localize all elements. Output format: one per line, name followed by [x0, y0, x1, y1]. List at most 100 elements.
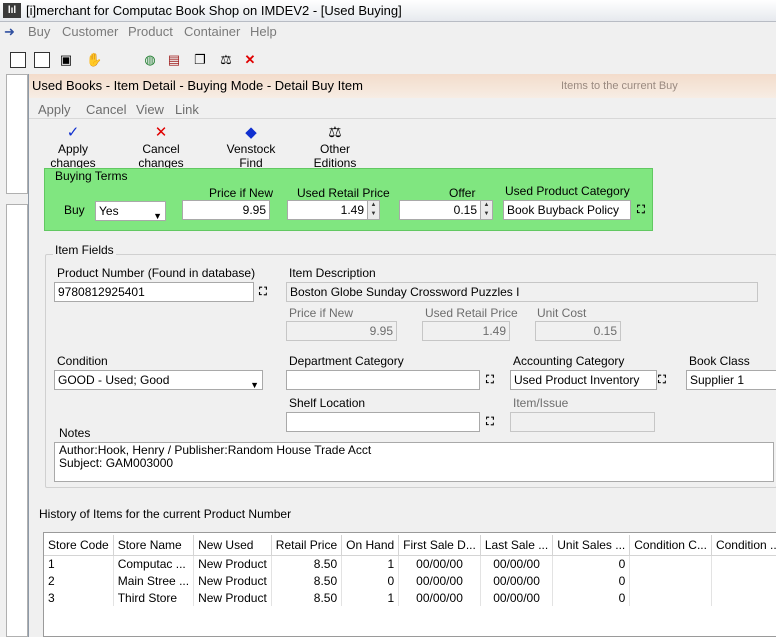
col-on-hand[interactable]: On Hand	[341, 535, 400, 556]
menu-container[interactable]: Container	[184, 24, 240, 39]
scale-icon: ⚖	[328, 124, 342, 141]
shelf-location-label: Shelf Location	[289, 396, 366, 410]
app-title-bar: lıl [i]merchant for Computac Book Shop o…	[0, 0, 776, 22]
history-label: History of Items for the current Product…	[39, 507, 292, 521]
app-toolbar: ▣ ✋ ◍ ▤ ❐ ⚖ ✕	[0, 48, 776, 72]
buy-used-retail-input[interactable]: 1.49	[287, 200, 368, 220]
print-icon[interactable]: ▣	[58, 52, 74, 68]
item-detail-title: Used Books - Item Detail - Buying Mode -…	[32, 78, 363, 93]
col-first-sale[interactable]: First Sale D...	[398, 535, 481, 556]
hand-icon[interactable]: ✋	[86, 52, 102, 68]
venstock-find-button[interactable]: ◆ Venstock Find	[215, 124, 287, 170]
table-row[interactable]: 3 Third Store New Product 8.50 1 00/00/0…	[44, 589, 776, 606]
item-issue-field	[510, 412, 655, 432]
table-row[interactable]: 2 Main Stree ... New Product 8.50 0 00/0…	[44, 572, 776, 589]
menu-help[interactable]: Help	[250, 24, 277, 39]
department-find-icon[interactable]: ⛶	[481, 371, 499, 389]
scale-icon[interactable]: ⚖	[218, 52, 234, 68]
col-condition-code[interactable]: Condition C...	[629, 535, 712, 556]
shelf-find-icon[interactable]: ⛶	[481, 413, 499, 431]
buy-label: Buy	[64, 203, 85, 217]
history-table: Store Code Store Name New Used Retail Pr…	[44, 535, 776, 606]
new-doc-icon[interactable]	[10, 52, 26, 68]
department-category-label: Department Category	[289, 354, 404, 368]
table-row[interactable]: 1 Computac ... New Product 8.50 1 00/00/…	[44, 555, 776, 572]
buy-price-if-new-input[interactable]: 9.95	[182, 200, 270, 220]
col-unit-sales[interactable]: Unit Sales ...	[552, 535, 631, 556]
app-logo-icon: lıl	[3, 3, 21, 18]
item-issue-label: Item/Issue	[513, 396, 569, 410]
department-category-input[interactable]	[286, 370, 480, 390]
apply-changes-button[interactable]: ✓ Apply changes	[37, 124, 109, 170]
notes-line-2: Subject: GAM003000	[59, 456, 174, 470]
offer-input[interactable]: 0.15	[399, 200, 481, 220]
col-last-sale[interactable]: Last Sale ...	[480, 535, 554, 556]
menu-view[interactable]: View	[136, 102, 164, 117]
col-condition[interactable]: Condition ...	[711, 535, 776, 556]
item-detail-window: Used Books - Item Detail - Buying Mode -…	[28, 74, 776, 637]
page-icon[interactable]	[34, 52, 50, 68]
accounting-category-input[interactable]: Used Product Inventory	[510, 370, 657, 390]
item-used-retail-field: 1.49	[422, 321, 510, 341]
history-header-row: Store Code Store Name New Used Retail Pr…	[44, 535, 776, 556]
shelf-location-input[interactable]	[286, 412, 480, 432]
cancel-changes-button[interactable]: ✕ Cancel changes	[121, 124, 201, 170]
book-icon[interactable]: ▤	[166, 52, 182, 68]
book-class-input[interactable]: Supplier 1	[686, 370, 776, 390]
notes-label: Notes	[59, 426, 91, 440]
accounting-find-icon[interactable]: ⛶	[653, 371, 671, 389]
background-hint-text: Items to the current Buy	[561, 80, 678, 92]
col-retail-price[interactable]: Retail Price	[271, 535, 343, 556]
item-fields-label: Item Fields	[53, 243, 116, 257]
app-menu-bar: ➜ Buy Customer Product Container Help	[0, 22, 776, 42]
history-grid[interactable]: Store Code Store Name New Used Retail Pr…	[43, 532, 776, 637]
product-number-label: Product Number (Found in database)	[57, 266, 256, 280]
notes-textarea[interactable]: Author:Hook, Henry / Publisher:Random Ho…	[54, 442, 774, 482]
menu-cancel[interactable]: Cancel	[86, 102, 126, 117]
menu-customer[interactable]: Customer	[62, 24, 118, 39]
blue-diamond-icon: ◆	[245, 124, 257, 141]
used-product-category-label: Used Product Category	[505, 184, 630, 198]
offer-label: Offer	[449, 186, 476, 200]
app-title: [i]merchant for Computac Book Shop on IM…	[26, 3, 402, 18]
buy-price-if-new-label: Price if New	[209, 186, 274, 200]
used-retail-spinner[interactable]: ▲ ▼	[367, 200, 380, 220]
used-product-category-input[interactable]: Book Buyback Policy	[503, 200, 631, 220]
red-x-icon: ✕	[154, 124, 168, 141]
buy-used-retail-label: Used Retail Price	[297, 186, 390, 200]
copy-icon[interactable]: ❐	[192, 52, 208, 68]
other-editions-button[interactable]: ⚖ Other Editions	[299, 124, 371, 170]
menu-buy[interactable]: Buy	[28, 24, 50, 39]
buy-select[interactable]: Yes ▼	[95, 201, 166, 221]
background-panel-top	[6, 74, 28, 194]
background-panel-bottom	[6, 204, 28, 637]
menu-apply[interactable]: Apply	[38, 102, 71, 117]
condition-label: Condition	[57, 354, 108, 368]
category-find-icon[interactable]: ⛶	[632, 201, 650, 219]
product-number-input[interactable]: 9780812925401	[54, 282, 254, 302]
menu-link[interactable]: Link	[175, 102, 199, 117]
globe-icon[interactable]: ◍	[142, 52, 158, 68]
product-number-find-icon[interactable]: ⛶	[254, 283, 272, 301]
col-store-code[interactable]: Store Code	[44, 535, 114, 556]
condition-select[interactable]: GOOD - Used; Good ▼	[54, 370, 263, 390]
item-price-if-new-label: Price if New	[289, 306, 354, 320]
unit-cost-label: Unit Cost	[537, 306, 587, 320]
offer-spinner[interactable]: ▲ ▼	[480, 200, 493, 220]
item-price-if-new-field: 9.95	[286, 321, 397, 341]
accounting-category-label: Accounting Category	[513, 354, 625, 368]
item-used-retail-label: Used Retail Price	[425, 306, 518, 320]
unit-cost-field: 0.15	[535, 321, 621, 341]
col-new-used[interactable]: New Used	[193, 535, 272, 556]
chevron-down-icon: ▼	[153, 211, 162, 221]
app-menu-icon[interactable]: ➜	[4, 24, 15, 40]
buying-terms-label: Buying Terms	[55, 169, 128, 183]
checkmark-icon: ✓	[66, 124, 80, 141]
item-description-label: Item Description	[289, 266, 376, 280]
chevron-down-icon: ▼	[250, 380, 259, 390]
item-detail-menu-bar: Apply Cancel View Link	[29, 99, 776, 119]
menu-product[interactable]: Product	[128, 24, 173, 39]
delete-icon[interactable]: ✕	[242, 52, 258, 68]
col-store-name[interactable]: Store Name	[113, 535, 195, 556]
book-class-label: Book Class	[689, 354, 750, 368]
